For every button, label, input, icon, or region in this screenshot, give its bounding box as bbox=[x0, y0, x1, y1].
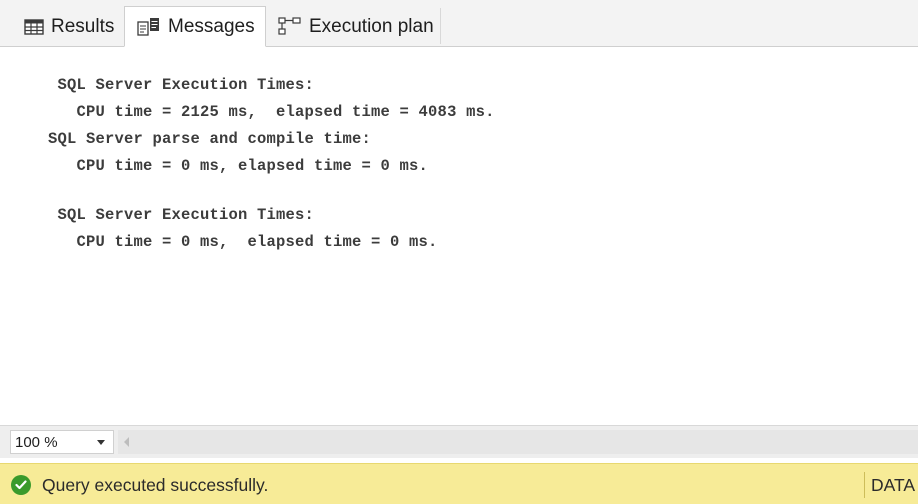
message-line: CPU time = 2125 ms, elapsed time = 4083 … bbox=[48, 103, 495, 121]
execution-plan-icon bbox=[278, 17, 302, 37]
zoom-dropdown[interactable]: 100 % bbox=[10, 430, 114, 454]
tab-divider bbox=[440, 8, 441, 44]
tab-results-label: Results bbox=[51, 16, 115, 37]
zoom-bar: 100 % bbox=[0, 425, 918, 458]
status-bar: Query executed successfully. DATA bbox=[0, 463, 918, 504]
grid-icon bbox=[24, 19, 44, 35]
message-line: SQL Server parse and compile time: bbox=[48, 130, 372, 148]
scroll-left-arrow-icon[interactable] bbox=[124, 437, 129, 447]
tab-results[interactable]: Results bbox=[10, 8, 122, 46]
messages-icon bbox=[137, 17, 161, 37]
status-server-label: DATA bbox=[871, 475, 916, 495]
tab-messages-label: Messages bbox=[168, 15, 255, 37]
message-line: CPU time = 0 ms, elapsed time = 0 ms. bbox=[48, 233, 438, 251]
check-circle-icon bbox=[11, 475, 31, 495]
tab-execution-plan-label: Execution plan bbox=[309, 16, 434, 37]
chevron-down-icon bbox=[97, 440, 105, 445]
horizontal-scrollbar[interactable] bbox=[118, 430, 918, 454]
results-tabstrip: Results Messages Execution plan bbox=[0, 0, 918, 47]
message-line: SQL Server Execution Times: bbox=[48, 76, 315, 94]
tab-execution-plan[interactable]: Execution plan bbox=[268, 8, 440, 46]
tab-messages[interactable]: Messages bbox=[124, 6, 266, 47]
message-line: CPU time = 0 ms, elapsed time = 0 ms. bbox=[48, 157, 429, 175]
status-message: Query executed successfully. bbox=[42, 475, 269, 495]
messages-pane[interactable]: SQL Server Execution Times: CPU time = 2… bbox=[0, 47, 918, 425]
zoom-value: 100 % bbox=[15, 433, 58, 451]
message-line: SQL Server Execution Times: bbox=[48, 206, 315, 224]
status-divider bbox=[864, 472, 865, 498]
